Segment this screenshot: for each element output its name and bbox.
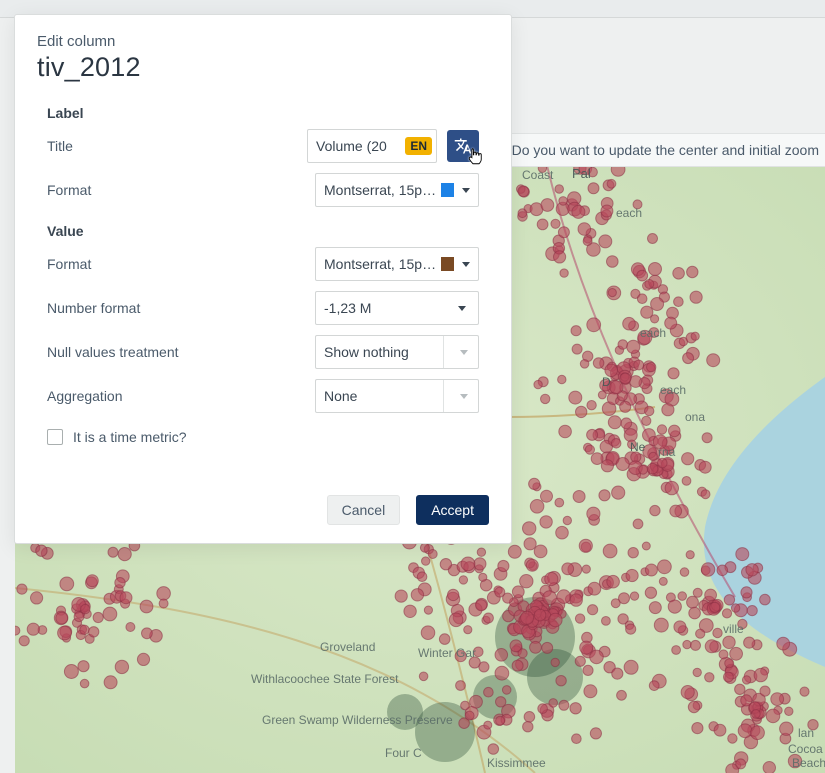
cancel-button[interactable]: Cancel <box>327 495 401 525</box>
row-value-format: Format Montserrat, 15px… <box>47 247 479 281</box>
title-input-value: Volume (20 <box>316 138 401 154</box>
row-label-format: Format Montserrat, 15px… <box>47 173 479 207</box>
map-label: Cocoa <box>788 742 823 756</box>
map-label: ona <box>685 410 705 424</box>
aggregation-value: None <box>324 388 443 404</box>
number-format-select[interactable]: -1,23 M <box>315 291 479 325</box>
map-label: Kissimmee <box>487 756 546 770</box>
map-label: Beach <box>792 756 825 770</box>
modal-subtitle: Edit column <box>37 33 489 50</box>
map-label: D <box>602 375 611 389</box>
time-metric-checkbox[interactable] <box>47 429 63 445</box>
map-label: Winter Gar <box>418 646 476 660</box>
row-aggregation: Aggregation None <box>47 379 479 413</box>
map-label: Four C <box>385 746 422 760</box>
time-metric-label: It is a time metric? <box>73 429 187 445</box>
section-heading-label: Label <box>47 105 479 121</box>
row-null-values-label: Null values treatment <box>47 344 315 360</box>
chevron-wrap <box>443 380 478 412</box>
label-format-swatch <box>441 183 454 197</box>
section-value: Value Format Montserrat, 15px… Number fo… <box>15 217 511 413</box>
map-label: rna <box>658 445 676 459</box>
map-label: Green Swamp Wilderness Preserve <box>262 713 453 727</box>
modal-header: Edit column tiv_2012 <box>15 15 511 91</box>
map-label: Withlacoochee State Forest <box>251 672 399 686</box>
map-label: each <box>660 383 686 397</box>
lang-badge: EN <box>405 137 432 155</box>
title-input[interactable]: Volume (20 EN <box>307 129 437 163</box>
map-label: Ne <box>630 440 646 454</box>
chevron-down-icon <box>460 350 468 355</box>
modal-title: tiv_2012 <box>37 52 489 83</box>
chevron-down-icon <box>458 306 466 311</box>
map-label: Pal <box>572 167 591 181</box>
map-label: ville <box>723 622 744 636</box>
label-format-select[interactable]: Montserrat, 15px… <box>315 173 479 207</box>
modal-footer: Cancel Accept <box>15 445 511 525</box>
chevron-down-icon <box>462 262 470 267</box>
map-label: each <box>640 326 666 340</box>
null-values-value: Show nothing <box>324 344 443 360</box>
cancel-button-label: Cancel <box>342 502 386 518</box>
translate-button[interactable] <box>447 130 479 162</box>
map-label: Coast <box>522 168 554 182</box>
map-label: lan <box>798 726 814 740</box>
number-format-value: -1,23 M <box>324 300 458 316</box>
label-format-value: Montserrat, 15px… <box>324 182 437 198</box>
value-format-value: Montserrat, 15px… <box>324 256 437 272</box>
time-metric-row: It is a time metric? <box>15 423 511 445</box>
row-number-format: Number format -1,23 M <box>47 291 479 325</box>
accept-button-label: Accept <box>431 502 474 518</box>
value-format-select[interactable]: Montserrat, 15px… <box>315 247 479 281</box>
map-label: Groveland <box>320 640 375 654</box>
value-format-swatch <box>441 257 454 271</box>
chevron-wrap <box>443 336 478 368</box>
row-aggregation-label: Aggregation <box>47 388 315 404</box>
row-value-format-label: Format <box>47 256 315 272</box>
row-null-values: Null values treatment Show nothing <box>47 335 479 369</box>
section-label: Label Title Volume (20 EN Format <box>15 91 511 207</box>
chevron-down-icon <box>460 394 468 399</box>
section-heading-value: Value <box>47 223 479 239</box>
map-label: each <box>616 206 642 220</box>
null-values-select[interactable]: Show nothing <box>315 335 479 369</box>
translate-icon <box>454 137 472 155</box>
row-title: Title Volume (20 EN <box>47 129 479 163</box>
aggregation-select[interactable]: None <box>315 379 479 413</box>
row-number-format-label: Number format <box>47 300 315 316</box>
accept-button[interactable]: Accept <box>416 495 489 525</box>
row-title-label: Title <box>47 138 307 154</box>
edit-column-modal: Edit column tiv_2012 Label Title Volume … <box>14 14 512 544</box>
info-bar-text: Do you want to update the center and ini… <box>512 142 819 158</box>
row-label-format-label: Format <box>47 182 315 198</box>
chevron-down-icon <box>462 188 470 193</box>
